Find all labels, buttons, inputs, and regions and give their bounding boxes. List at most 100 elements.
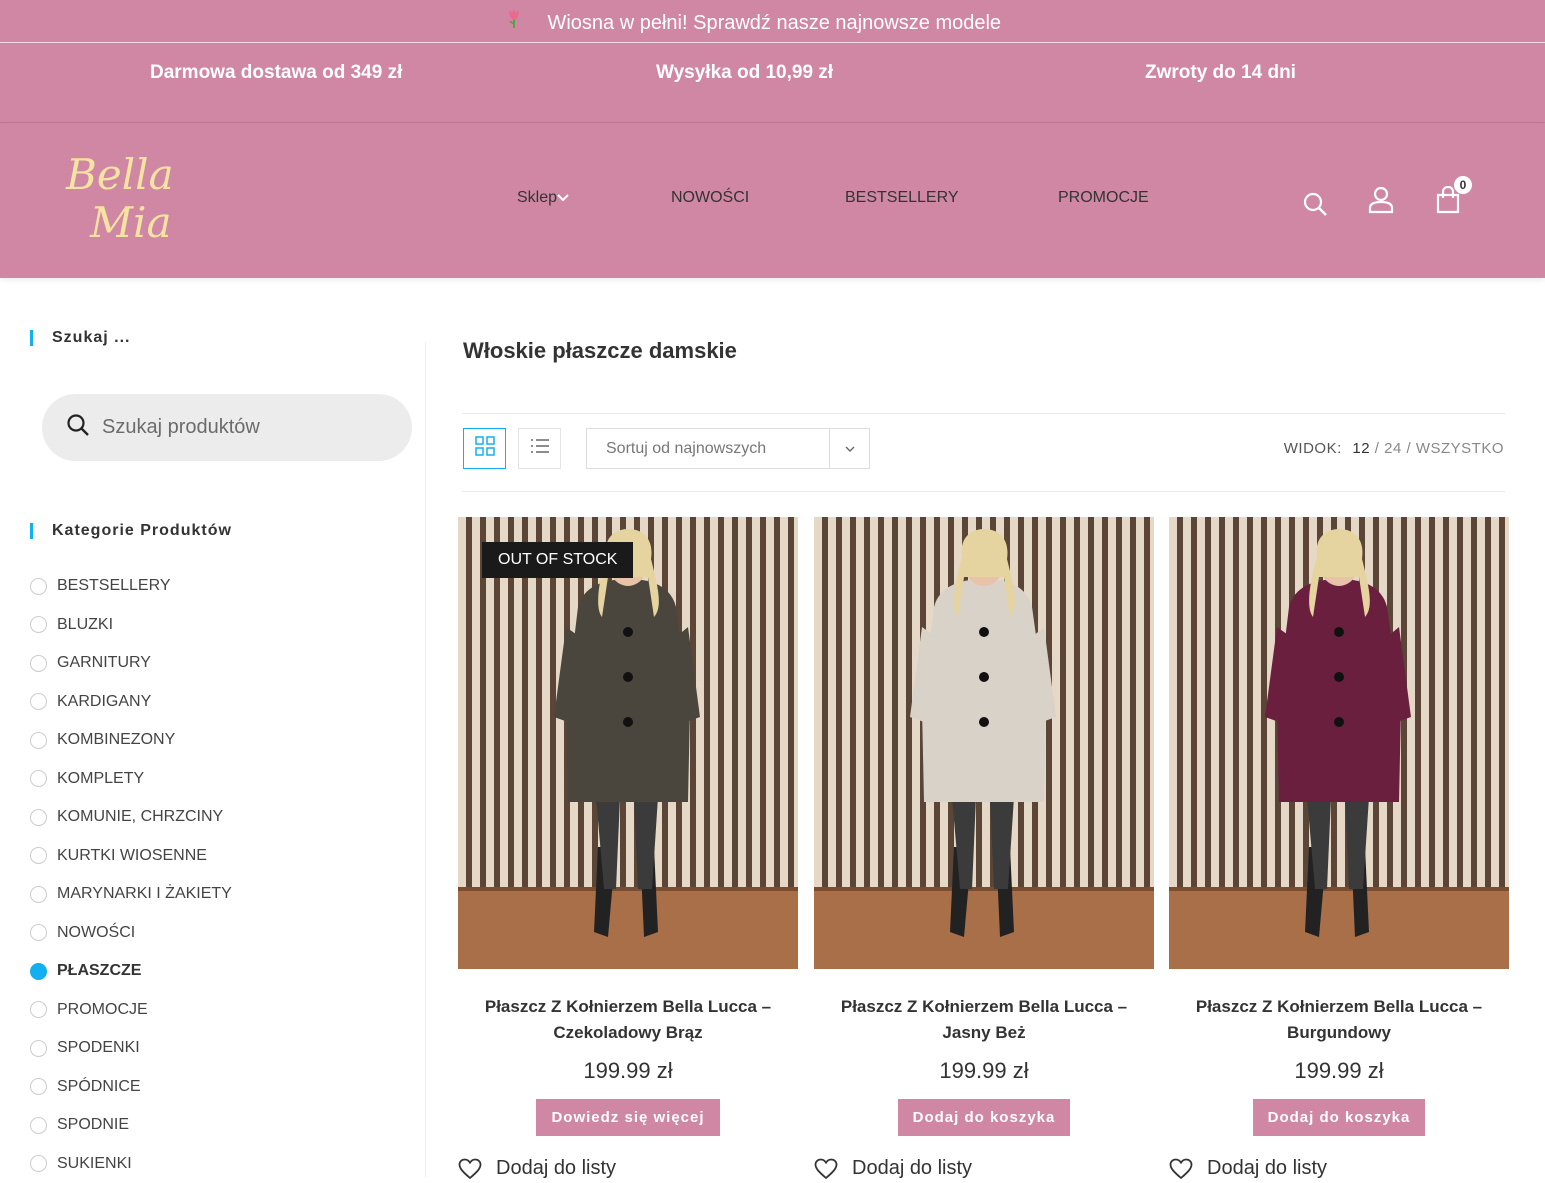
announcement-text: Wiosna w pełni! Sprawdź nasze najnowsze … <box>547 12 1001 34</box>
category-item[interactable]: KOMUNIE, CHRZCINY <box>30 798 232 837</box>
grid-icon <box>475 436 495 461</box>
categories-widget-title: Kategorie Produktów <box>30 523 232 539</box>
list-view-button[interactable] <box>518 428 561 469</box>
read-more-button[interactable]: Dowiedz się więcej <box>536 1099 719 1136</box>
logo[interactable]: Bella Mia <box>62 145 186 255</box>
page-title: Włoskie płaszcze damskie <box>463 338 737 364</box>
per-page-separator: / <box>1375 440 1380 457</box>
heart-icon <box>1169 1158 1193 1180</box>
category-item[interactable]: KURTKI WIOSENNE <box>30 837 232 876</box>
radio-icon <box>30 693 47 710</box>
add-to-cart-button[interactable]: Dodaj do koszyka <box>1253 1099 1426 1136</box>
svg-text:Bella: Bella <box>65 150 174 199</box>
nav-promotions[interactable]: PROMOCJE <box>1058 189 1149 207</box>
category-item[interactable]: KOMPLETY <box>30 760 232 799</box>
radio-icon <box>30 809 47 826</box>
category-item[interactable]: SPÓDNICE <box>30 1068 232 1107</box>
nav-shop[interactable]: Sklep <box>517 189 569 207</box>
radio-icon <box>30 963 47 980</box>
category-item[interactable]: GARNITURY <box>30 644 232 683</box>
cart-icon[interactable]: 0 <box>1436 186 1460 219</box>
search-input[interactable] <box>102 416 382 439</box>
cart-count-badge: 0 <box>1454 176 1472 194</box>
sort-select[interactable]: Sortuj od najnowszych <box>586 428 870 469</box>
category-item[interactable]: SUKIENKI <box>30 1145 232 1183</box>
product-image[interactable]: OUT OF STOCK <box>458 517 798 969</box>
list-icon <box>530 438 550 459</box>
product-title[interactable]: Płaszcz Z Kołnierzem Bella Lucca – Jasny… <box>814 994 1154 1046</box>
nav-bestsellers[interactable]: BESTSELLERY <box>845 189 959 207</box>
toolbar-bottom-divider <box>462 491 1505 492</box>
per-page-selector: WIDOK: 12 / 24 / WSZYSTKO <box>1284 440 1504 457</box>
sidebar: Szukaj ... Kategorie Produktów BESTSELLE… <box>30 330 412 346</box>
chevron-down-icon <box>829 429 869 468</box>
search-icon[interactable] <box>1302 191 1328 222</box>
product-price: 199.99 zł <box>1169 1058 1509 1084</box>
nav-shop-label: Sklep <box>517 189 557 207</box>
announcement-bar: Wiosna w pełni! Sprawdź nasze najnowsze … <box>0 0 1545 43</box>
radio-icon <box>30 770 47 787</box>
category-item[interactable]: BESTSELLERY <box>30 567 232 606</box>
category-label: KURTKI WIOSENNE <box>57 847 207 865</box>
radio-icon <box>30 578 47 595</box>
category-item[interactable]: PŁASZCZE <box>30 952 232 991</box>
per-page-all[interactable]: WSZYSTKO <box>1416 440 1504 457</box>
radio-icon <box>30 924 47 941</box>
category-label: PROMOCJE <box>57 1001 148 1019</box>
sidebar-divider <box>425 342 426 1177</box>
category-label: NOWOŚCI <box>57 924 135 942</box>
category-item[interactable]: BLUZKI <box>30 606 232 645</box>
category-label: BLUZKI <box>57 616 113 634</box>
category-item[interactable]: SPODNIE <box>30 1106 232 1145</box>
product-title[interactable]: Płaszcz Z Kołnierzem Bella Lucca – Czeko… <box>458 994 798 1046</box>
category-label: KOMPLETY <box>57 770 144 788</box>
category-item[interactable]: SPODENKI <box>30 1029 232 1068</box>
category-label: SUKIENKI <box>57 1155 132 1173</box>
product-title[interactable]: Płaszcz Z Kołnierzem Bella Lucca – Burgu… <box>1169 994 1509 1046</box>
toolbar-top-divider <box>462 413 1505 414</box>
radio-icon <box>30 847 47 864</box>
product-card: OUT OF STOCK Płaszcz Z Kołnierzem Bella … <box>458 517 798 1136</box>
grid-view-button[interactable] <box>463 428 506 469</box>
category-item[interactable]: PROMOCJE <box>30 991 232 1030</box>
product-search[interactable] <box>42 394 412 461</box>
product-price: 199.99 zł <box>814 1058 1154 1084</box>
category-list: BESTSELLERY BLUZKI GARNITURY KARDIGANY KOMBI… <box>30 567 232 1183</box>
product-image[interactable] <box>814 517 1154 969</box>
category-label: SPODNIE <box>57 1116 129 1134</box>
sort-selected-value: Sortuj od najnowszych <box>587 440 829 458</box>
heart-icon <box>458 1158 482 1180</box>
benefit-returns: Zwroty do 14 dni <box>1145 62 1296 84</box>
category-label: KOMUNIE, CHRZCINY <box>57 808 223 826</box>
radio-icon <box>30 616 47 633</box>
category-label: SPÓDNICE <box>57 1078 141 1096</box>
svg-text:Mia: Mia <box>89 198 171 247</box>
product-price: 199.99 zł <box>458 1058 798 1084</box>
category-label: GARNITURY <box>57 654 151 672</box>
radio-icon <box>30 1117 47 1134</box>
category-label: KOMBINEZONY <box>57 731 175 749</box>
category-label: BESTSELLERY <box>57 577 171 595</box>
add-to-cart-button[interactable]: Dodaj do koszyka <box>898 1099 1071 1136</box>
benefits-bar: Darmowa dostawa od 349 zł Wysyłka od 10,… <box>0 43 1545 123</box>
chevron-down-icon <box>557 189 569 207</box>
per-page-24[interactable]: 24 <box>1384 440 1402 457</box>
site-header: Bella Mia Sklep NOWOŚCI BESTSELLERY PROM… <box>0 123 1545 278</box>
category-label: KARDIGANY <box>57 693 151 711</box>
radio-icon <box>30 1040 47 1057</box>
product-image[interactable] <box>1169 517 1509 969</box>
category-item[interactable]: KARDIGANY <box>30 683 232 722</box>
radio-icon <box>30 1155 47 1172</box>
per-page-12[interactable]: 12 <box>1352 440 1370 457</box>
category-item[interactable]: NOWOŚCI <box>30 914 232 953</box>
category-label: PŁASZCZE <box>57 962 141 980</box>
tulip-icon <box>505 7 523 29</box>
user-icon[interactable] <box>1368 186 1394 219</box>
announcement-content: Wiosna w pełni! Sprawdź nasze najnowsze … <box>518 7 1001 35</box>
category-item[interactable]: KOMBINEZONY <box>30 721 232 760</box>
radio-icon <box>30 1001 47 1018</box>
nav-new[interactable]: NOWOŚCI <box>671 189 749 207</box>
category-label: MARYNARKI I ŻAKIETY <box>57 885 232 903</box>
category-item[interactable]: MARYNARKI I ŻAKIETY <box>30 875 232 914</box>
radio-icon <box>30 886 47 903</box>
